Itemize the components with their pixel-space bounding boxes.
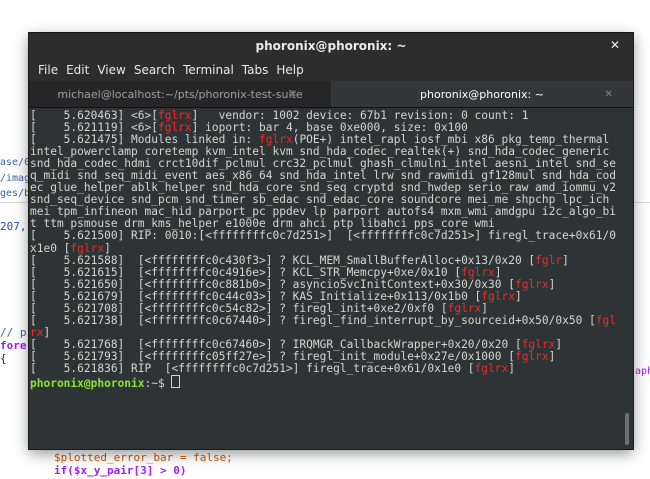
scrollbar[interactable] xyxy=(625,111,629,445)
terminal-output[interactable]: [ 5.620463] <6>[fglrx] vendor: 1002 devi… xyxy=(29,108,633,449)
module-name: fglrx xyxy=(157,121,192,135)
menu-view[interactable]: View xyxy=(93,63,129,77)
log-text: ] ioport: bar 4, base 0xe000, size: 0x10… xyxy=(191,121,468,135)
tab-label: phoronix@phoronix: ~ xyxy=(420,87,544,101)
log-text: ] xyxy=(494,265,502,279)
log-text: ] vendor: 1002 device: 67b1 revision: 0 … xyxy=(191,109,529,122)
shell-prompt[interactable]: phoronix@phoronix:~$ xyxy=(30,375,621,390)
module-name: fglrx xyxy=(514,349,549,363)
bg-fragment: /imag xyxy=(0,173,31,184)
log-text: [ 5.621679] [<ffffffffc0c44c03>] ? KAS_I… xyxy=(30,289,482,303)
log-text: [ 5.621738] [<ffffffffc0c67440>] ? fireg… xyxy=(30,313,596,327)
log-text: (POE+) intel_rapl iosf_mbi x86_pkg_temp_… xyxy=(30,133,623,231)
log-text: [ 5.621475] Modules linked in: xyxy=(30,133,260,147)
menu-help[interactable]: Help xyxy=(272,63,307,77)
menu-search[interactable]: Search xyxy=(130,63,179,77)
module-name: fglr xyxy=(535,253,563,267)
log-text: ] xyxy=(548,349,556,363)
prompt-suffix: :~$ xyxy=(144,377,172,391)
terminal-line: [ 5.621738] [<ffffffffc0c67440>] ? fireg… xyxy=(30,313,621,339)
log-text: ] xyxy=(514,289,522,303)
cursor xyxy=(171,375,181,389)
log-text: ] xyxy=(555,337,563,351)
tab-bar: michael@localhost:~/pts/phoronix-test-su… xyxy=(29,81,633,108)
title-bar[interactable]: phoronix@phoronix: ~ ✕ xyxy=(29,33,633,59)
bg-fragment: { xyxy=(0,352,7,365)
log-text: [ 5.621708] [<ffffffffc0c54c82>] ? fireg… xyxy=(30,301,448,315)
module-name: fglrx xyxy=(259,133,293,147)
log-text: [ 5.621768] [<ffffffffc0c67460>] ? IRQMG… xyxy=(30,337,522,351)
log-text: [ 5.621500] RIP: 0010:[<ffffffffc0c7d251… xyxy=(30,229,616,255)
log-text: [ 5.621793] [<ffffffffc05ff27e>] ? fireg… xyxy=(30,349,515,363)
close-icon[interactable]: ✕ xyxy=(607,37,623,53)
bg-fragment: // p xyxy=(0,326,27,339)
log-text: ] xyxy=(43,325,51,339)
log-text: [ 5.621615] [<ffffffffc0c4916e>] ? KCL_S… xyxy=(30,265,462,279)
menu-bar: File Edit View Search Terminal Tabs Help xyxy=(29,59,633,81)
module-name: fglrx xyxy=(481,289,515,303)
module-name: fglrx xyxy=(447,301,482,315)
bg-fragment: ase/0 xyxy=(0,157,31,168)
log-text: [ 5.621119] <6>[ xyxy=(30,121,158,135)
log-text: ] xyxy=(508,361,515,375)
close-icon[interactable]: ✕ xyxy=(605,89,613,100)
module-name: fglrx xyxy=(70,241,105,255)
terminal-window: phoronix@phoronix: ~ ✕ File Edit View Se… xyxy=(29,33,633,449)
bg-fragment: 207, xyxy=(0,220,27,233)
terminal-line: [ 5.621836] RIP [<ffffffffc0c7d251>] fir… xyxy=(30,361,621,375)
bg-fragment: aph xyxy=(635,366,650,377)
log-text: ] xyxy=(548,277,556,291)
menu-tabs[interactable]: Tabs xyxy=(238,63,273,77)
window-title: phoronix@phoronix: ~ xyxy=(255,39,407,53)
bg-code-line: if($x_y_pair[3] > 0) xyxy=(54,464,187,477)
module-name: fglrx xyxy=(157,109,192,122)
tab-phoronix[interactable]: phoronix@phoronix: ~ ✕ xyxy=(331,81,633,107)
close-icon[interactable]: ✕ xyxy=(289,89,297,100)
log-text: [ 5.621836] RIP [<ffffffffc0c7d251>] fir… xyxy=(30,361,475,375)
terminal-line: [ 5.621475] Modules linked in: fglrx(POE… xyxy=(30,134,621,230)
log-text: [ 5.621650] [<ffffffffc0c881b0>] ? async… xyxy=(30,277,515,291)
tab-label: michael@localhost:~/pts/phoronix-test-su… xyxy=(57,87,303,101)
module-name: fglrx xyxy=(461,265,495,279)
log-text: ] xyxy=(481,301,489,315)
log-text: ] xyxy=(104,241,111,255)
menu-terminal[interactable]: Terminal xyxy=(179,63,238,77)
module-name: fglrx xyxy=(521,337,556,351)
menu-edit[interactable]: Edit xyxy=(62,63,93,77)
scroll-thumb[interactable] xyxy=(625,413,629,445)
module-name: fglrx xyxy=(514,277,549,291)
log-text: ] xyxy=(562,253,569,267)
terminal-line: [ 5.621500] RIP: 0010:[<ffffffffc0c7d251… xyxy=(30,230,621,254)
log-text: [ 5.620463] <6>[ xyxy=(30,109,158,122)
prompt-user-host: phoronix@phoronix xyxy=(30,377,145,391)
tab-michael-localhost[interactable]: michael@localhost:~/pts/phoronix-test-su… xyxy=(29,81,331,107)
module-name: fglrx xyxy=(474,361,509,375)
menu-file[interactable]: File xyxy=(34,63,62,77)
bg-fragment: ges/b xyxy=(0,188,31,199)
log-text: [ 5.621588] [<ffffffffc0c430f3>] ? KCL_M… xyxy=(30,253,536,267)
bg-code-line: $plotted_error_bar = false; xyxy=(54,451,233,464)
bg-fragment: fore xyxy=(0,339,27,352)
